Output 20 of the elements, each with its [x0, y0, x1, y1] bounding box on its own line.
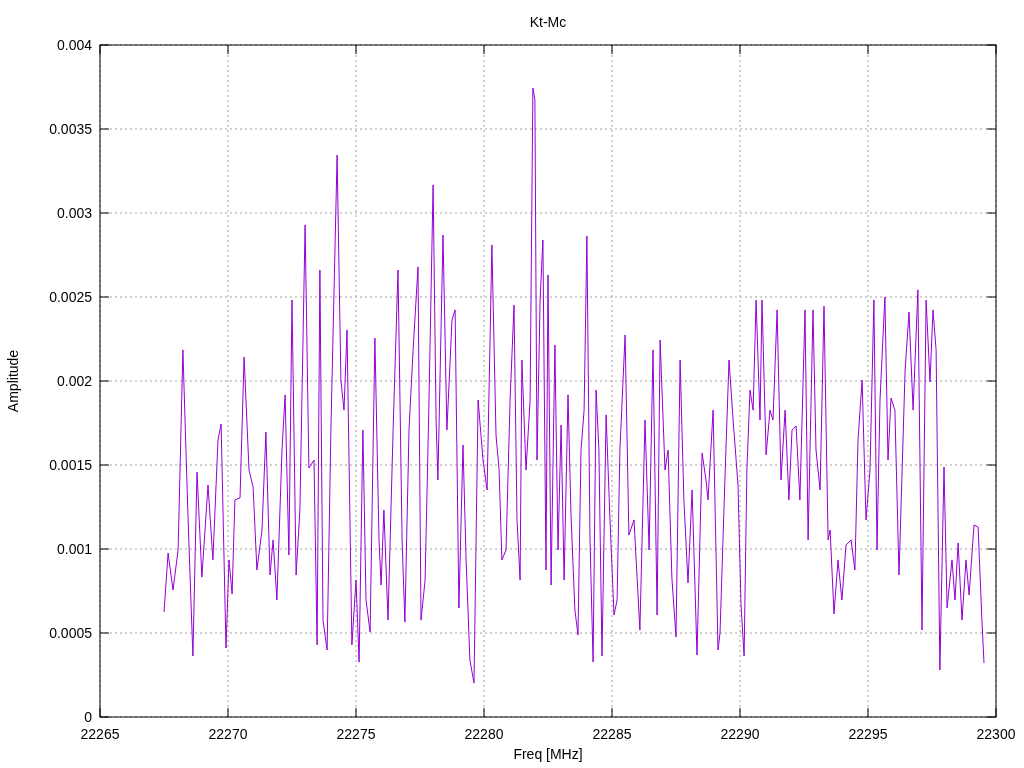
axis-label: Freq [MHz] — [513, 746, 583, 762]
tick-label: 22285 — [592, 726, 632, 742]
tick-label: 0 — [84, 709, 92, 725]
tick-label: 0.0015 — [49, 457, 92, 473]
tick-label: 0.003 — [56, 205, 92, 221]
tick-label: 22290 — [720, 726, 760, 742]
axis-label: Amplitude — [5, 349, 21, 413]
tick-label: 22275 — [336, 726, 376, 742]
tick-label: 22265 — [80, 726, 120, 742]
tick-label: 0.0025 — [49, 289, 92, 305]
tick-label: 0.004 — [56, 37, 92, 53]
tick-label: 22300 — [976, 726, 1016, 742]
tick-label: 0.0035 — [49, 121, 92, 137]
tick-label: 22280 — [464, 726, 504, 742]
tick-label: 0.002 — [56, 373, 92, 389]
tick-label: 22295 — [848, 726, 888, 742]
tick-label: 22270 — [208, 726, 248, 742]
chart-title: Kt-Mc — [529, 14, 567, 30]
tick-label: 0.001 — [56, 541, 92, 557]
tick-label: 0.0005 — [49, 625, 92, 641]
